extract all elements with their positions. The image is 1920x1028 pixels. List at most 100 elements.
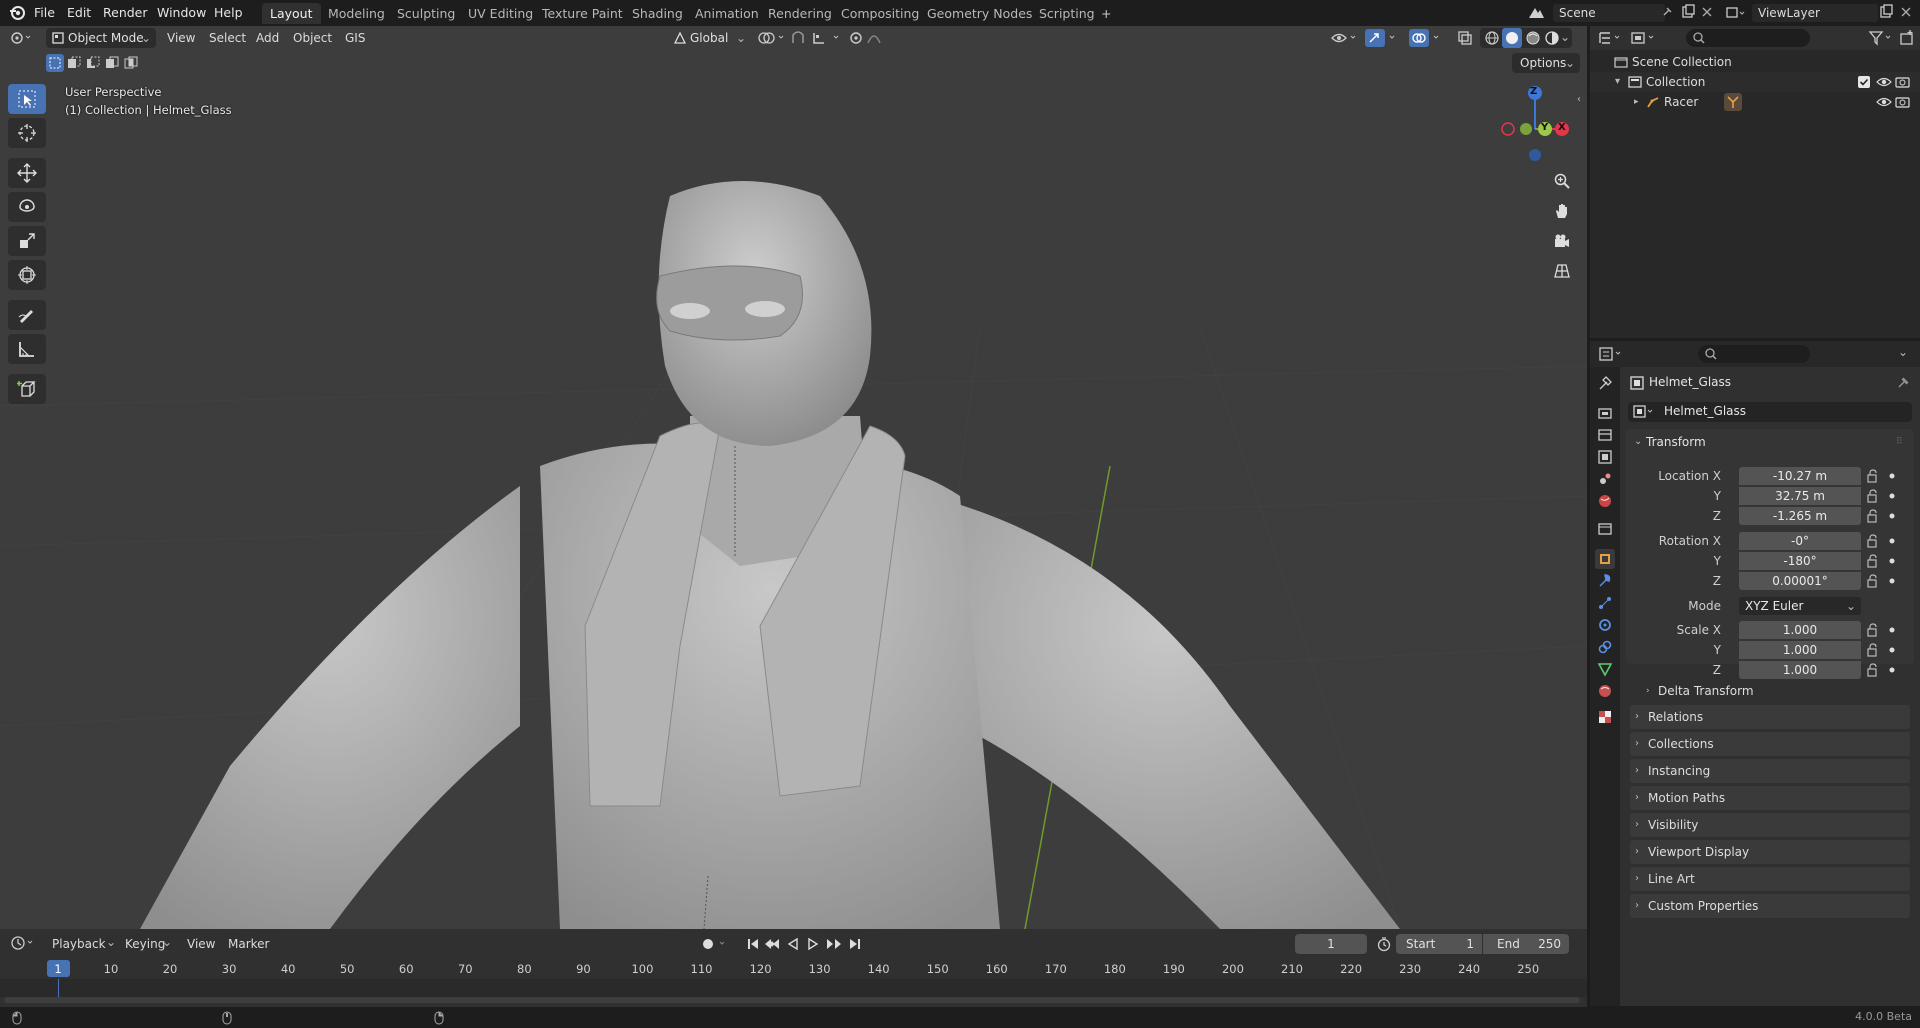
lock-icon[interactable]	[1866, 663, 1880, 677]
measure-tool[interactable]	[8, 334, 46, 364]
section-custom-properties[interactable]: › Custom Properties	[1630, 894, 1910, 918]
keyframe-dot-icon[interactable]	[1888, 557, 1896, 565]
view-layer-field[interactable]: ViewLayer	[1752, 4, 1878, 22]
pivot-point-icon[interactable]	[757, 30, 789, 46]
menu-render[interactable]: Render	[99, 3, 152, 23]
location-y-field[interactable]: 32.75 m	[1739, 487, 1861, 505]
select-extend-icon[interactable]	[65, 54, 83, 72]
scale-tool[interactable]	[8, 226, 46, 256]
output-tab-icon[interactable]	[1595, 425, 1615, 445]
tab-layout[interactable]: Layout	[262, 3, 321, 24]
view-layer-tab-icon[interactable]	[1595, 447, 1615, 467]
tab-uv-editing[interactable]: UV Editing	[460, 3, 541, 24]
wireframe-shading-icon[interactable]	[1484, 30, 1500, 46]
section-motion-paths[interactable]: › Motion Paths	[1630, 786, 1910, 810]
keyframe-dot-icon[interactable]	[1888, 666, 1896, 674]
new-collection-icon[interactable]	[1898, 29, 1916, 47]
keyframe-dot-icon[interactable]	[1888, 512, 1896, 520]
scene-icon[interactable]	[1526, 4, 1548, 22]
move-tool[interactable]	[8, 158, 46, 188]
menu-select[interactable]: Select	[204, 28, 251, 48]
texture-tab-icon[interactable]	[1595, 707, 1615, 727]
material-shading-icon[interactable]	[1525, 30, 1541, 46]
gizmo-toggle-icon[interactable]	[1364, 28, 1400, 48]
outliner-row-scene-collection[interactable]: Scene Collection	[1590, 52, 1920, 72]
transform-tool[interactable]	[8, 260, 46, 290]
scene-tab-icon[interactable]	[1595, 469, 1615, 489]
options-dropdown[interactable]: Options ⌄	[1512, 53, 1580, 73]
camera-icon[interactable]	[1895, 75, 1911, 89]
rotation-z-field[interactable]: 0.00001°	[1739, 572, 1861, 590]
lock-icon[interactable]	[1866, 554, 1880, 568]
add-workspace-button[interactable]: +	[1093, 3, 1119, 24]
perspective-toggle-icon[interactable]	[1549, 258, 1575, 284]
sidebar-toggle-icon[interactable]: ‹	[1577, 94, 1581, 105]
select-invert-icon[interactable]	[103, 54, 121, 72]
material-tab-icon[interactable]	[1595, 681, 1615, 701]
new-view-layer-icon[interactable]	[1878, 4, 1894, 20]
menu-edit[interactable]: Edit	[63, 3, 95, 23]
tab-scripting[interactable]: Scripting	[1031, 3, 1103, 24]
tab-shading[interactable]: Shading	[624, 3, 691, 24]
tool-tab-icon[interactable]	[1595, 373, 1615, 393]
menu-gis[interactable]: GIS	[340, 28, 370, 48]
transform-orientation-dropdown[interactable]: Global ⌄	[668, 28, 748, 48]
visibility-icon[interactable]	[1330, 29, 1360, 47]
keyframe-dot-icon[interactable]	[1888, 537, 1896, 545]
add-cube-tool[interactable]	[8, 374, 46, 404]
object-mode-dropdown[interactable]: Object Mode ⌄	[46, 28, 156, 48]
menu-view[interactable]: View	[162, 28, 200, 48]
zoom-icon[interactable]	[1549, 168, 1575, 194]
physics-tab-icon[interactable]	[1595, 615, 1615, 635]
scale-z-field[interactable]: 1.000	[1739, 661, 1861, 679]
lock-icon[interactable]	[1866, 534, 1880, 548]
menu-object[interactable]: Object	[288, 28, 337, 48]
lock-icon[interactable]	[1866, 509, 1880, 523]
menu-file[interactable]: File	[30, 3, 59, 23]
delete-scene-icon[interactable]	[1700, 4, 1714, 20]
lock-icon[interactable]	[1866, 643, 1880, 657]
solid-shading-icon[interactable]	[1502, 28, 1522, 48]
properties-editor-icon[interactable]	[1598, 346, 1626, 362]
object-datablock-field[interactable]: Helmet_Glass	[1628, 402, 1912, 422]
rotation-mode-dropdown[interactable]: XYZ Euler ⌄	[1739, 597, 1861, 615]
outliner-search-input[interactable]	[1686, 29, 1810, 47]
frame-ruler[interactable]: 1 10 20 30 40 50 60 70 80 90 100 110 120 130 140 150 160…	[0, 929, 1587, 1007]
keyframe-dot-icon[interactable]	[1888, 492, 1896, 500]
chevron-down-icon[interactable]: ⌄	[1898, 345, 1908, 359]
delete-view-layer-icon[interactable]	[1899, 4, 1913, 20]
drag-handle-icon[interactable]: ⠿	[1896, 432, 1903, 452]
menu-help[interactable]: Help	[210, 3, 247, 23]
eye-icon[interactable]	[1876, 75, 1892, 89]
3d-viewport[interactable]: Object Mode ⌄ View Select Add Object GIS…	[0, 26, 1587, 929]
lock-icon[interactable]	[1866, 623, 1880, 637]
transform-header[interactable]: ⌄ Transform ⠿	[1630, 432, 1910, 452]
timeline-track[interactable]	[0, 979, 1587, 997]
outliner-editor-icon[interactable]	[1598, 30, 1626, 46]
xray-toggle-icon[interactable]	[1456, 29, 1474, 47]
keyframe-dot-icon[interactable]	[1888, 577, 1896, 585]
section-line-art[interactable]: › Line Art	[1630, 867, 1910, 891]
collection-tab-icon[interactable]	[1595, 519, 1615, 539]
world-tab-icon[interactable]	[1595, 491, 1615, 511]
keyframe-dot-icon[interactable]	[1888, 646, 1896, 654]
scale-y-field[interactable]: 1.000	[1739, 641, 1861, 659]
editor-type-icon[interactable]	[10, 30, 36, 46]
view-layer-icon[interactable]	[1724, 4, 1746, 22]
pin-icon[interactable]	[1896, 376, 1910, 390]
tab-sculpting[interactable]: Sculpting	[389, 3, 463, 24]
constraints-tab-icon[interactable]	[1595, 637, 1615, 657]
pin-icon[interactable]	[1660, 5, 1674, 19]
select-subtract-icon[interactable]	[84, 54, 102, 72]
data-tab-icon[interactable]	[1595, 659, 1615, 679]
outliner-row-collection[interactable]: ▾ Collection	[1590, 72, 1920, 92]
timeline-scrollbar[interactable]	[4, 997, 1580, 1003]
rotate-tool[interactable]	[8, 192, 46, 222]
outliner-row-racer[interactable]: ▸ Racer	[1590, 92, 1920, 112]
annotate-tool[interactable]	[8, 300, 46, 330]
particles-tab-icon[interactable]	[1595, 593, 1615, 613]
section-viewport-display[interactable]: › Viewport Display	[1630, 840, 1910, 864]
delta-transform-header[interactable]: › Delta Transform	[1642, 681, 1910, 701]
location-x-field[interactable]: -10.27 m	[1739, 467, 1861, 485]
new-scene-icon[interactable]	[1680, 4, 1696, 20]
